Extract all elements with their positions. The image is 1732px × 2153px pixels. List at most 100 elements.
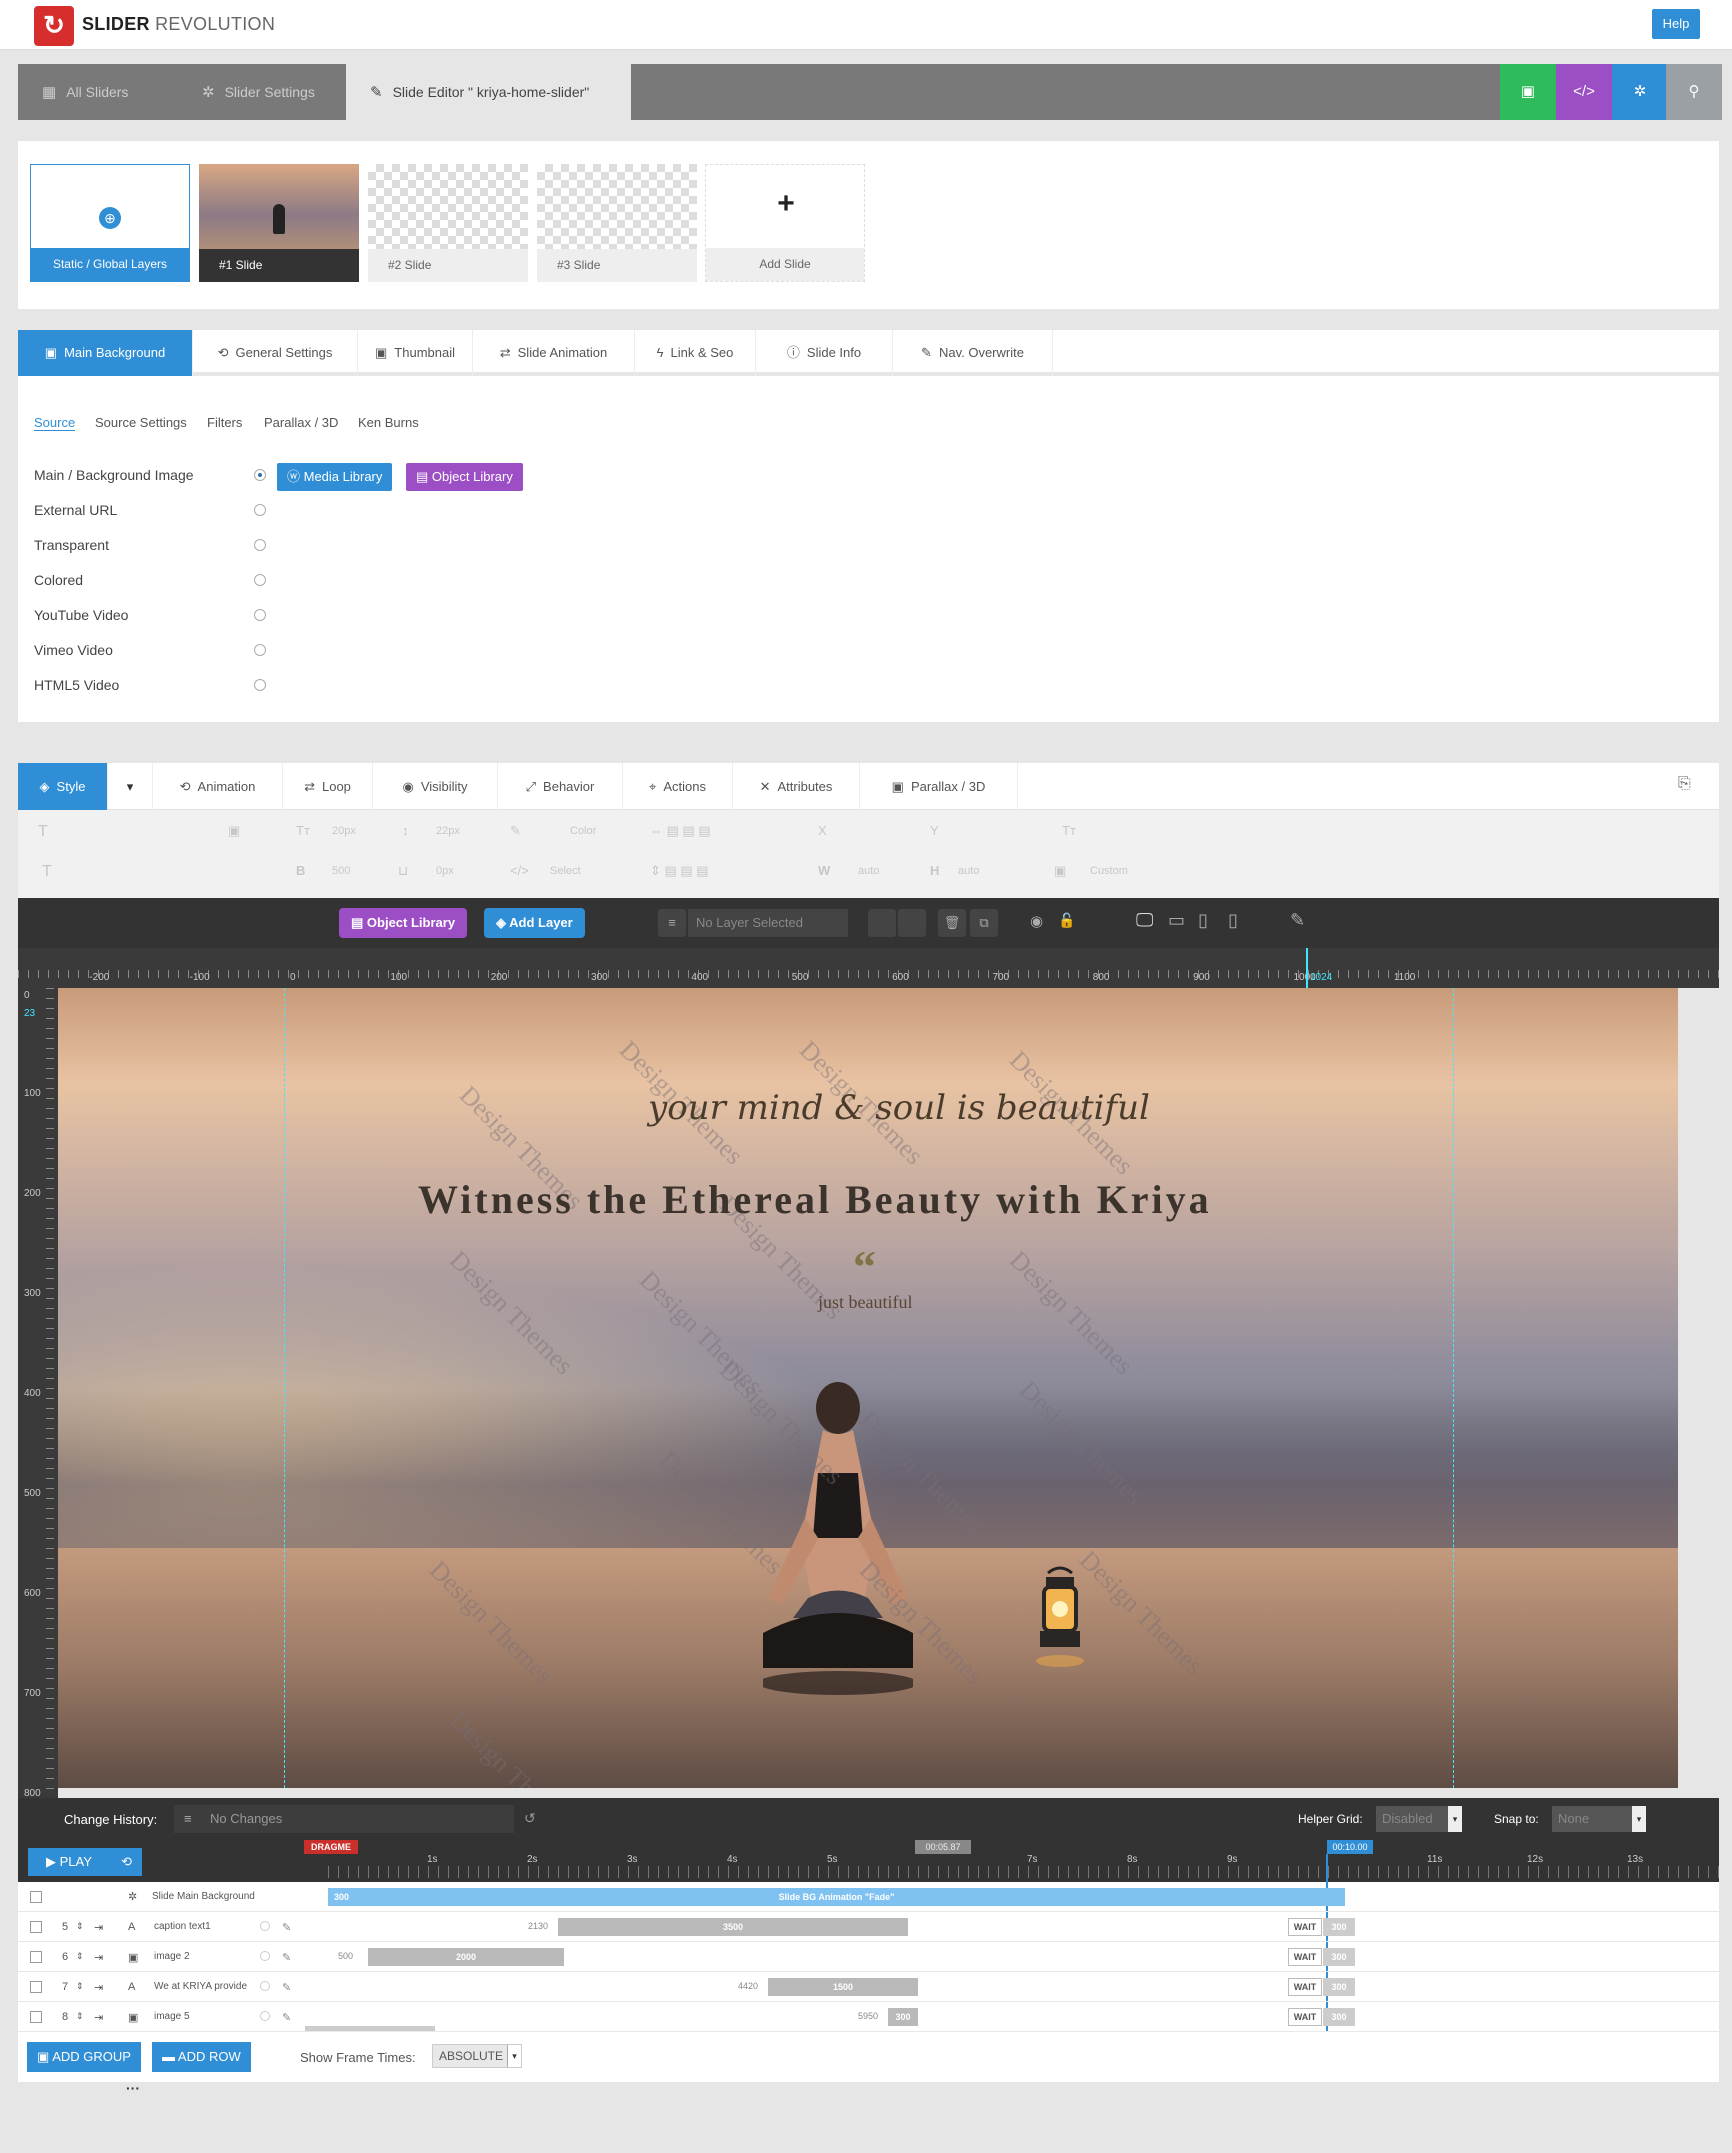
font-size-field[interactable]: 20px (332, 825, 356, 837)
pencil-icon[interactable]: ✎ (282, 1981, 291, 1994)
line-height-field[interactable]: 22px (436, 825, 460, 837)
layer-tab-1[interactable]: ⟲ Animation (153, 763, 283, 810)
font-weight-field[interactable]: 500 (332, 865, 350, 877)
source-option[interactable]: Colored (34, 572, 274, 588)
radio-button[interactable] (254, 644, 266, 656)
subtab-3[interactable]: Parallax / 3D (264, 415, 338, 430)
sort-icon[interactable]: ⇕ (76, 2011, 84, 2022)
lock-icon[interactable] (868, 909, 896, 937)
width-field[interactable]: auto (858, 865, 879, 877)
radio-button[interactable] (254, 574, 266, 586)
layer-row[interactable]: 8 ⇕ ⇥ ▣ image 5 ✎ 5950 300 WAIT 300 (18, 2002, 1719, 2032)
snap-select[interactable]: None ▾ (1552, 1806, 1646, 1832)
layer-row[interactable]: 6 ⇕ ⇥ ▣ image 2 ✎ 500 2000 WAIT 300 (18, 1942, 1719, 1972)
add-group-button[interactable]: ▣ ADD GROUP (27, 2042, 141, 2072)
radio-button[interactable] (254, 679, 266, 691)
add-layer-button[interactable]: ◈ Add Layer (484, 908, 585, 938)
layer-tab-7[interactable]: ▣ Parallax / 3D (860, 763, 1018, 810)
history-select[interactable]: ≡ No Changes (174, 1805, 514, 1833)
layer-tab-0[interactable]: ◈ Style (18, 763, 108, 810)
row-checkbox[interactable] (30, 1891, 42, 1903)
letter-spacing-field[interactable]: 0px (436, 865, 454, 877)
tablet-icon[interactable]: ▯ (1198, 910, 1208, 931)
object-library-button[interactable]: ▤ Object Library (339, 908, 468, 938)
layer-row[interactable]: 5 ⇕ ⇥ Acaption text1 ✎ 2130 3500 WAIT 300 (18, 1912, 1719, 1942)
chevron-down-icon[interactable]: ▾ (108, 763, 153, 810)
play-button[interactable]: ▶ PLAY ⟲ (28, 1848, 142, 1876)
layer-select[interactable]: No Layer Selected (688, 909, 848, 937)
source-option[interactable]: External URL (34, 502, 274, 518)
subtab-1[interactable]: Source Settings (95, 415, 187, 430)
desktop-icon[interactable]: 🖵 (1136, 910, 1153, 931)
visibility-toggle[interactable] (260, 1981, 270, 1991)
tab-general-settings[interactable]: ⟲ General Settings (193, 330, 358, 376)
height-field[interactable]: auto (958, 865, 979, 877)
align-select[interactable]: Select (550, 865, 581, 877)
save-icon[interactable]: ▣ (228, 823, 240, 839)
visibility-toggle[interactable] (260, 2011, 270, 2021)
slide-2[interactable]: #2 Slide (368, 164, 528, 282)
radio-button[interactable] (254, 539, 266, 551)
layer-name[interactable]: caption text1 (154, 1921, 274, 1932)
settings-button[interactable]: ✲ (1612, 64, 1668, 120)
helper-grid-select[interactable]: Disabled ▾ (1376, 1806, 1462, 1832)
unlock-icon[interactable] (898, 909, 926, 937)
layer-name[interactable]: image 5 (154, 2011, 274, 2022)
slide-3[interactable]: #3 Slide (537, 164, 697, 282)
laptop-icon[interactable]: ▭ (1168, 910, 1185, 931)
preview-button[interactable]: ⚲ (1666, 64, 1722, 120)
animation-bar[interactable]: 1500 (768, 1978, 918, 1996)
sort-icon[interactable]: ⇕ (76, 1951, 84, 1962)
paperclip-icon[interactable]: ⎘ (1678, 775, 1691, 793)
wait-box[interactable]: WAIT (1288, 1978, 1322, 1996)
subtab-0[interactable]: Source (34, 415, 76, 431)
add-row-button[interactable]: ▬ ADD ROW (152, 2042, 251, 2072)
radio-button[interactable] (254, 609, 266, 621)
pencil-icon[interactable]: ✎ (282, 1951, 291, 1964)
tab-all-sliders[interactable]: ▦ All Sliders (18, 64, 178, 120)
layer-row[interactable]: 7 ⇕ ⇥ A We at KRIYA provide ✎ 4420 1500 WAIT 300 (18, 1972, 1719, 2002)
tab-nav-overwrite[interactable]: ✎ Nav. Overwrite (893, 330, 1053, 376)
quick-style-icon[interactable]: ✎ (1290, 910, 1305, 931)
tab-slide-animation[interactable]: ⇄ Slide Animation (473, 330, 635, 376)
layer-tab-4[interactable]: ⤢ Behavior (498, 763, 623, 810)
list-icon[interactable]: ≡ (658, 909, 686, 937)
slide-canvas[interactable]: Design Themes Design Themes Design Themes D… (58, 988, 1678, 1788)
visibility-toggle[interactable] (260, 1921, 270, 1931)
caption-sub[interactable]: just beautiful (818, 1292, 912, 1313)
layer-tab-5[interactable]: ⌖ Actions (623, 763, 733, 810)
source-option[interactable]: HTML5 Video (34, 677, 274, 693)
eye-icon[interactable]: ◉ (1030, 912, 1043, 930)
dragme-handle[interactable]: DRAGME (304, 1840, 358, 1854)
bg-layer-row[interactable]: ✲ Slide Main Background 300 Slide BG Anim… (18, 1882, 1719, 1912)
tab-main-background[interactable]: ▣ Main Background (18, 330, 193, 376)
align-icon[interactable]: ⇔ ▤ ▤ ▤ (650, 823, 711, 839)
embed-button[interactable]: </> (1556, 64, 1612, 120)
row-checkbox[interactable] (30, 1981, 42, 1993)
bg-animation-bar[interactable]: 300 Slide BG Animation "Fade" (328, 1888, 1345, 1906)
add-slide-button[interactable]: + Add Slide (705, 164, 865, 282)
source-option[interactable]: YouTube Video (34, 607, 274, 623)
radio-button[interactable] (254, 504, 266, 516)
phone-icon[interactable]: ▯ (1228, 910, 1238, 931)
help-button[interactable]: Help (1652, 9, 1700, 39)
visibility-toggle[interactable] (260, 1951, 270, 1961)
tab-link-seo[interactable]: ϟ Link & Seo (635, 330, 756, 376)
sort-icon[interactable]: ⇕ (76, 1981, 84, 1992)
animation-bar[interactable]: 300 (888, 2008, 918, 2026)
undo-icon[interactable]: ↺ (524, 1810, 536, 1827)
custom-select[interactable]: Custom (1090, 865, 1128, 877)
row-checkbox[interactable] (30, 1921, 42, 1933)
valign-icon[interactable]: ⇕ ▤ ▤ ▤ (650, 863, 709, 879)
source-option[interactable]: Main / Background Image (34, 467, 274, 483)
tab-thumbnail[interactable]: ▣ Thumbnail (358, 330, 473, 376)
layer-tab-6[interactable]: ✕ Attributes (733, 763, 860, 810)
layer-name[interactable]: We at KRIYA provide (154, 1981, 274, 1992)
slide-static-layers[interactable]: ⊕ Static / Global Layers (30, 164, 190, 282)
tab-slide-editor[interactable]: ✎ Slide Editor " kriya-home-slider" (346, 64, 631, 120)
end-marker[interactable]: 00:10.00 (1327, 1840, 1373, 1854)
animation-bar[interactable]: 2000 (368, 1948, 564, 1966)
trash-icon[interactable]: 🗑 (938, 909, 966, 937)
pencil-icon[interactable]: ✎ (282, 1921, 291, 1934)
subtab-2[interactable]: Filters (207, 415, 242, 430)
